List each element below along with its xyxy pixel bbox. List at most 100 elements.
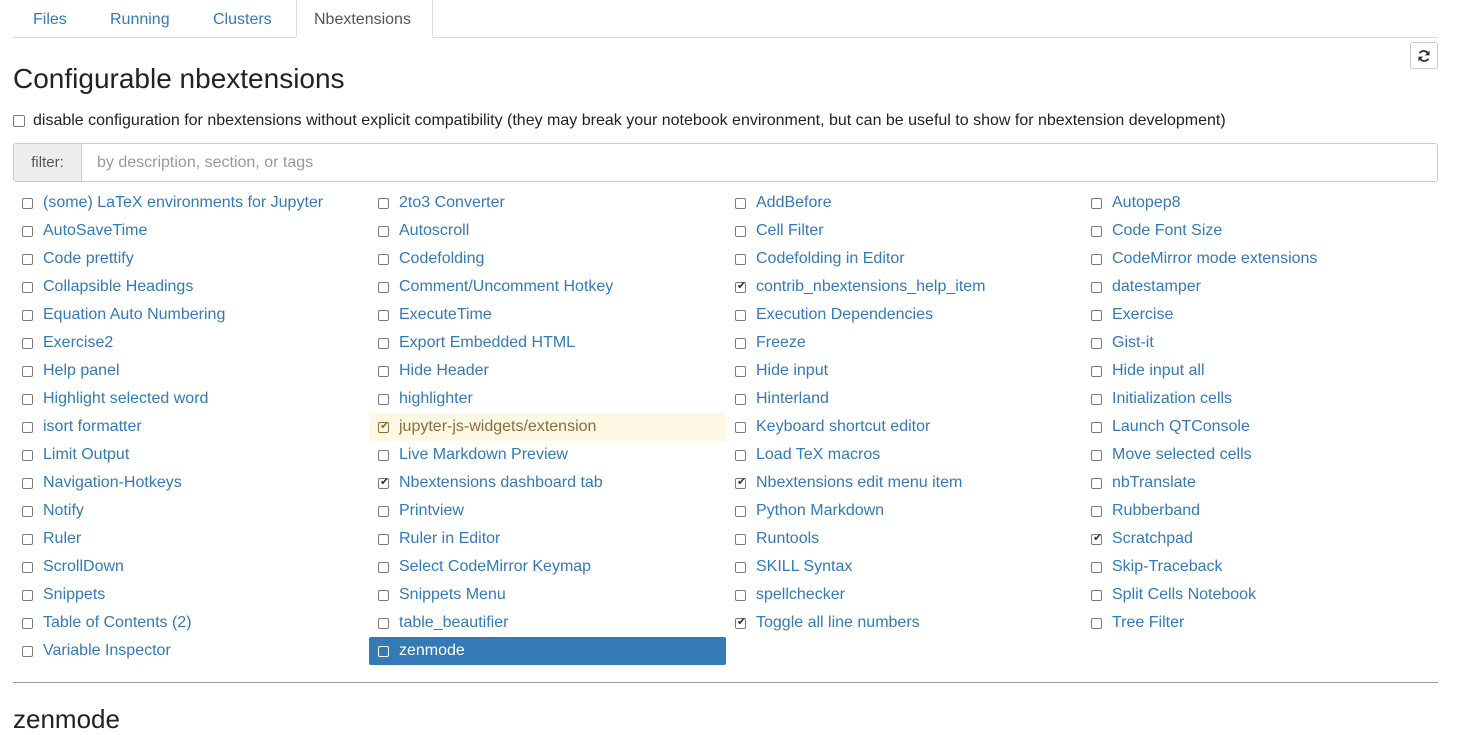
extension-checkbox[interactable] xyxy=(378,337,389,349)
extension-checkbox[interactable] xyxy=(22,561,33,573)
extension-item-select-codemirror-keymap[interactable]: Select CodeMirror Keymap xyxy=(369,553,726,581)
compat-checkbox[interactable] xyxy=(13,115,25,127)
extension-checkbox[interactable] xyxy=(378,533,389,545)
extension-checkbox[interactable] xyxy=(1091,337,1102,349)
refresh-button[interactable] xyxy=(1410,42,1438,69)
extension-item-load-tex-macros[interactable]: Load TeX macros xyxy=(726,441,1083,469)
compat-toggle-row[interactable]: disable configuration for nbextensions w… xyxy=(13,112,1226,130)
tab-files[interactable]: Files xyxy=(16,0,84,37)
extension-item-codemirror-mode-extensions[interactable]: CodeMirror mode extensions xyxy=(1082,245,1439,273)
extension-checkbox[interactable] xyxy=(22,533,33,545)
extension-item-codefolding[interactable]: Codefolding xyxy=(369,245,726,273)
extension-item-nbextensions-dashboard-tab[interactable]: ✔ Nbextensions dashboard tab xyxy=(369,469,726,497)
extension-item-code-font-size[interactable]: Code Font Size xyxy=(1082,217,1439,245)
extension-checkbox[interactable] xyxy=(735,197,746,209)
extension-item-nbextensions-edit-menu-item[interactable]: ✔ Nbextensions edit menu item xyxy=(726,469,1083,497)
extension-item-some-latex-environments-for-jupyter[interactable]: (some) LaTeX environments for Jupyter xyxy=(13,189,370,217)
extension-checkbox[interactable]: ✔ xyxy=(735,616,746,629)
extension-item-scratchpad[interactable]: ✔ Scratchpad xyxy=(1082,525,1439,553)
extension-item-limit-output[interactable]: Limit Output xyxy=(13,441,370,469)
extension-item-executetime[interactable]: ExecuteTime xyxy=(369,301,726,329)
extension-checkbox[interactable] xyxy=(1091,309,1102,321)
extension-checkbox[interactable] xyxy=(22,505,33,517)
extension-item-jupyter-js-widgets-extension[interactable]: ✔ jupyter-js-widgets/extension xyxy=(369,413,726,441)
extension-item-code-prettify[interactable]: Code prettify xyxy=(13,245,370,273)
extension-item-hide-input-all[interactable]: Hide input all xyxy=(1082,357,1439,385)
extension-checkbox[interactable] xyxy=(378,393,389,405)
extension-checkbox[interactable] xyxy=(1091,281,1102,293)
extension-checkbox[interactable] xyxy=(1091,365,1102,377)
extension-item-equation-auto-numbering[interactable]: Equation Auto Numbering xyxy=(13,301,370,329)
extension-checkbox[interactable] xyxy=(378,309,389,321)
tab-clusters[interactable]: Clusters xyxy=(196,0,289,37)
extension-item-autopep8[interactable]: Autopep8 xyxy=(1082,189,1439,217)
extension-item-collapsible-headings[interactable]: Collapsible Headings xyxy=(13,273,370,301)
extension-checkbox[interactable] xyxy=(22,365,33,377)
extension-checkbox[interactable] xyxy=(378,253,389,265)
extension-item-export-embedded-html[interactable]: Export Embedded HTML xyxy=(369,329,726,357)
extension-item-live-markdown-preview[interactable]: Live Markdown Preview xyxy=(369,441,726,469)
extension-checkbox[interactable]: ✔ xyxy=(735,476,746,489)
extension-item-contrib-nbextensions-help-item[interactable]: ✔ contrib_nbextensions_help_item xyxy=(726,273,1083,301)
extension-item-cell-filter[interactable]: Cell Filter xyxy=(726,217,1083,245)
extension-checkbox[interactable] xyxy=(22,337,33,349)
extension-checkbox[interactable] xyxy=(22,309,33,321)
extension-item-initialization-cells[interactable]: Initialization cells xyxy=(1082,385,1439,413)
extension-checkbox[interactable] xyxy=(1091,505,1102,517)
extension-item-datestamper[interactable]: datestamper xyxy=(1082,273,1439,301)
extension-item-nbtranslate[interactable]: nbTranslate xyxy=(1082,469,1439,497)
extension-item-notify[interactable]: Notify xyxy=(13,497,370,525)
extension-item-table-beautifier[interactable]: table_beautifier xyxy=(369,609,726,637)
extension-checkbox[interactable] xyxy=(22,253,33,265)
extension-item-split-cells-notebook[interactable]: Split Cells Notebook xyxy=(1082,581,1439,609)
extension-checkbox[interactable] xyxy=(735,561,746,573)
extension-item-addbefore[interactable]: AddBefore xyxy=(726,189,1083,217)
extension-checkbox[interactable] xyxy=(378,589,389,601)
extension-checkbox[interactable] xyxy=(378,197,389,209)
extension-checkbox[interactable] xyxy=(735,225,746,237)
extension-item-help-panel[interactable]: Help panel xyxy=(13,357,370,385)
extension-checkbox[interactable] xyxy=(22,421,33,433)
extension-checkbox[interactable] xyxy=(1091,197,1102,209)
extension-checkbox[interactable] xyxy=(22,589,33,601)
extension-checkbox[interactable] xyxy=(735,589,746,601)
extension-checkbox[interactable]: ✔ xyxy=(1091,532,1102,545)
extension-item-tree-filter[interactable]: Tree Filter xyxy=(1082,609,1439,637)
extension-checkbox[interactable]: ✔ xyxy=(378,476,389,489)
extension-checkbox[interactable] xyxy=(735,421,746,433)
extension-checkbox[interactable] xyxy=(735,449,746,461)
extension-checkbox[interactable] xyxy=(1091,477,1102,489)
extension-checkbox[interactable] xyxy=(735,253,746,265)
extension-checkbox[interactable] xyxy=(22,197,33,209)
extension-item-execution-dependencies[interactable]: Execution Dependencies xyxy=(726,301,1083,329)
extension-item-spellchecker[interactable]: spellchecker xyxy=(726,581,1083,609)
extension-checkbox[interactable] xyxy=(22,477,33,489)
extension-item-hide-input[interactable]: Hide input xyxy=(726,357,1083,385)
extension-checkbox[interactable] xyxy=(735,533,746,545)
extension-checkbox[interactable] xyxy=(22,449,33,461)
extension-item-freeze[interactable]: Freeze xyxy=(726,329,1083,357)
extension-item-ruler[interactable]: Ruler xyxy=(13,525,370,553)
extension-checkbox[interactable] xyxy=(22,225,33,237)
extension-item-highlight-selected-word[interactable]: Highlight selected word xyxy=(13,385,370,413)
extension-checkbox[interactable] xyxy=(378,505,389,517)
extension-item-hide-header[interactable]: Hide Header xyxy=(369,357,726,385)
extension-item-zenmode[interactable]: zenmode xyxy=(369,637,726,665)
extension-item-keyboard-shortcut-editor[interactable]: Keyboard shortcut editor xyxy=(726,413,1083,441)
extension-item-skip-traceback[interactable]: Skip-Traceback xyxy=(1082,553,1439,581)
extension-checkbox[interactable] xyxy=(22,281,33,293)
extension-checkbox[interactable] xyxy=(22,645,33,657)
extension-checkbox[interactable] xyxy=(735,505,746,517)
extension-checkbox[interactable] xyxy=(1091,421,1102,433)
extension-checkbox[interactable] xyxy=(735,393,746,405)
extension-item-launch-qtconsole[interactable]: Launch QTConsole xyxy=(1082,413,1439,441)
extension-item-runtools[interactable]: Runtools xyxy=(726,525,1083,553)
extension-item-autosavetime[interactable]: AutoSaveTime xyxy=(13,217,370,245)
tab-nbextensions[interactable]: Nbextensions xyxy=(296,0,433,38)
extension-checkbox[interactable] xyxy=(735,365,746,377)
extension-checkbox[interactable] xyxy=(735,337,746,349)
extension-item-hinterland[interactable]: Hinterland xyxy=(726,385,1083,413)
extension-checkbox[interactable] xyxy=(378,561,389,573)
extension-checkbox[interactable] xyxy=(735,309,746,321)
extension-item-ruler-in-editor[interactable]: Ruler in Editor xyxy=(369,525,726,553)
